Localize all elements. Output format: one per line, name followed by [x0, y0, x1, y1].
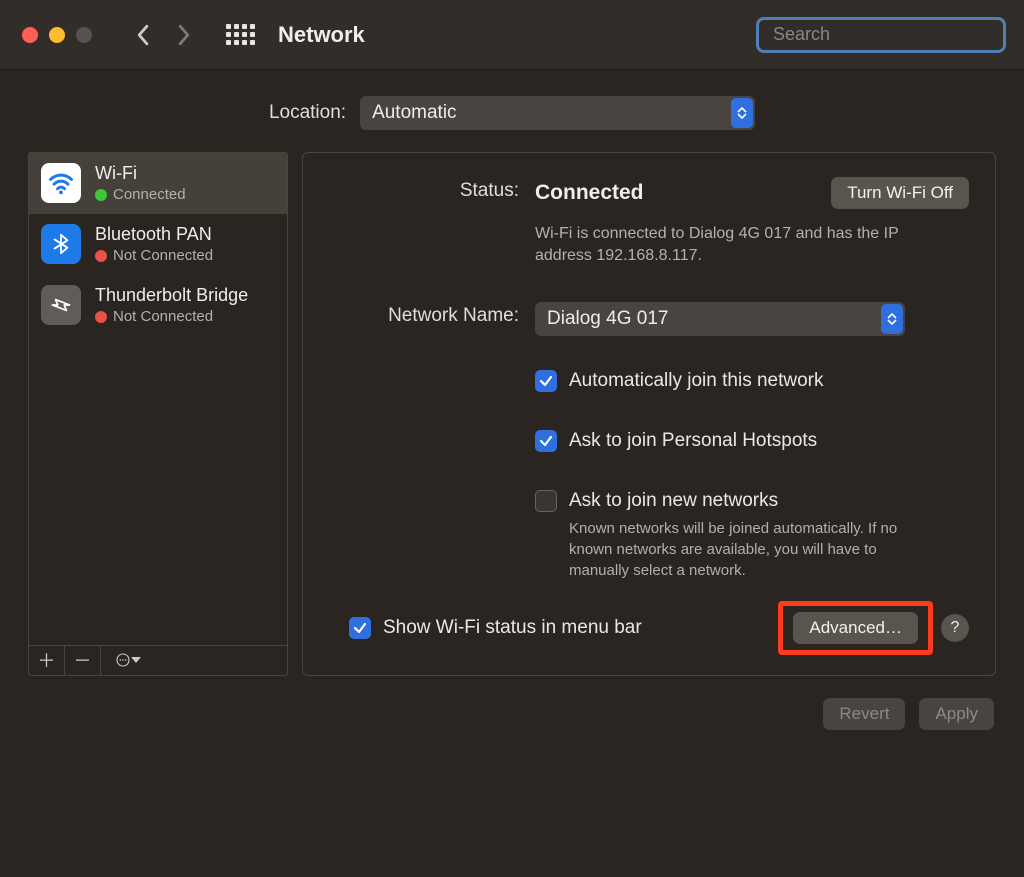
- sidebar-actions: ＋ －: [29, 645, 287, 675]
- ellipsis-circle-icon: [115, 652, 131, 668]
- location-label: Location:: [269, 102, 346, 124]
- checkbox-icon: [535, 370, 557, 392]
- status-label: Status:: [329, 177, 519, 268]
- thunderbolt-icon: [41, 285, 81, 325]
- advanced-highlight: Advanced…: [778, 601, 933, 655]
- interface-list: Wi-Fi Connected Bluetooth PAN Not Connec…: [29, 153, 287, 645]
- window-title: Network: [278, 22, 365, 48]
- sidebar-item-status: Connected: [113, 186, 186, 203]
- sidebar-item-status: Not Connected: [113, 308, 213, 325]
- wifi-toggle-button[interactable]: Turn Wi-Fi Off: [831, 177, 969, 209]
- network-name-label: Network Name:: [329, 302, 519, 581]
- checkbox-label: Ask to join new networks: [569, 490, 969, 512]
- sidebar-menu-button[interactable]: [101, 646, 145, 675]
- apply-button[interactable]: Apply: [919, 698, 994, 730]
- status-value: Connected: [535, 181, 644, 205]
- sidebar-item-name: Bluetooth PAN: [95, 224, 213, 245]
- checkbox-label: Automatically join this network: [569, 370, 969, 392]
- sidebar-item-thunderbolt-bridge[interactable]: Thunderbolt Bridge Not Connected: [29, 275, 287, 336]
- zoom-window-button[interactable]: [76, 27, 92, 43]
- checkbox-show-menubar[interactable]: Show Wi-Fi status in menu bar: [349, 617, 642, 639]
- window-footer: Revert Apply: [0, 676, 1024, 730]
- sidebar-item-status: Not Connected: [113, 247, 213, 264]
- sidebar-item-name: Wi-Fi: [95, 163, 186, 184]
- checkbox-icon: [535, 430, 557, 452]
- search-input[interactable]: [773, 24, 1005, 45]
- checkbox-label: Show Wi-Fi status in menu bar: [383, 617, 642, 639]
- interface-sidebar: Wi-Fi Connected Bluetooth PAN Not Connec…: [28, 152, 288, 676]
- status-description: Wi-Fi is connected to Dialog 4G 017 and …: [535, 223, 925, 268]
- location-row: Location: Automatic: [0, 70, 1024, 152]
- minimize-window-button[interactable]: [49, 27, 65, 43]
- sidebar-item-name: Thunderbolt Bridge: [95, 285, 248, 306]
- sidebar-item-bluetooth-pan[interactable]: Bluetooth PAN Not Connected: [29, 214, 287, 275]
- network-name-value: Dialog 4G 017: [547, 308, 668, 330]
- location-value: Automatic: [372, 102, 456, 124]
- checkbox-ask-hotspots[interactable]: Ask to join Personal Hotspots: [535, 430, 969, 452]
- checkbox-label: Ask to join Personal Hotspots: [569, 430, 969, 452]
- wifi-icon: [41, 163, 81, 203]
- location-stepper-icon: [731, 98, 753, 128]
- close-window-button[interactable]: [22, 27, 38, 43]
- titlebar: Network: [0, 0, 1024, 70]
- status-dot-icon: [95, 189, 107, 201]
- detail-panel: Status: Connected Turn Wi-Fi Off Wi-Fi i…: [302, 152, 996, 676]
- remove-interface-button[interactable]: －: [65, 646, 101, 675]
- checkbox-ask-new-networks[interactable]: Ask to join new networks Known networks …: [535, 490, 969, 581]
- checkbox-icon: [349, 617, 371, 639]
- status-dot-icon: [95, 250, 107, 262]
- checkbox-icon: [535, 490, 557, 512]
- search-field[interactable]: [756, 17, 1006, 53]
- checkbox-auto-join[interactable]: Automatically join this network: [535, 370, 969, 392]
- status-dot-icon: [95, 311, 107, 323]
- chevron-down-icon: [131, 657, 141, 663]
- nav-back-button[interactable]: [126, 19, 158, 51]
- bluetooth-icon: [41, 224, 81, 264]
- nav-forward-button[interactable]: [168, 19, 200, 51]
- checkbox-help-text: Known networks will be joined automatica…: [569, 518, 929, 581]
- help-button[interactable]: ?: [941, 614, 969, 642]
- revert-button[interactable]: Revert: [823, 698, 905, 730]
- traffic-lights: [22, 27, 92, 43]
- location-select[interactable]: Automatic: [360, 96, 755, 130]
- show-all-prefs-button[interactable]: [224, 19, 256, 51]
- add-interface-button[interactable]: ＋: [29, 646, 65, 675]
- advanced-button[interactable]: Advanced…: [793, 612, 918, 644]
- network-name-select[interactable]: Dialog 4G 017: [535, 302, 905, 336]
- sidebar-item-wifi[interactable]: Wi-Fi Connected: [29, 153, 287, 214]
- network-stepper-icon: [881, 304, 903, 334]
